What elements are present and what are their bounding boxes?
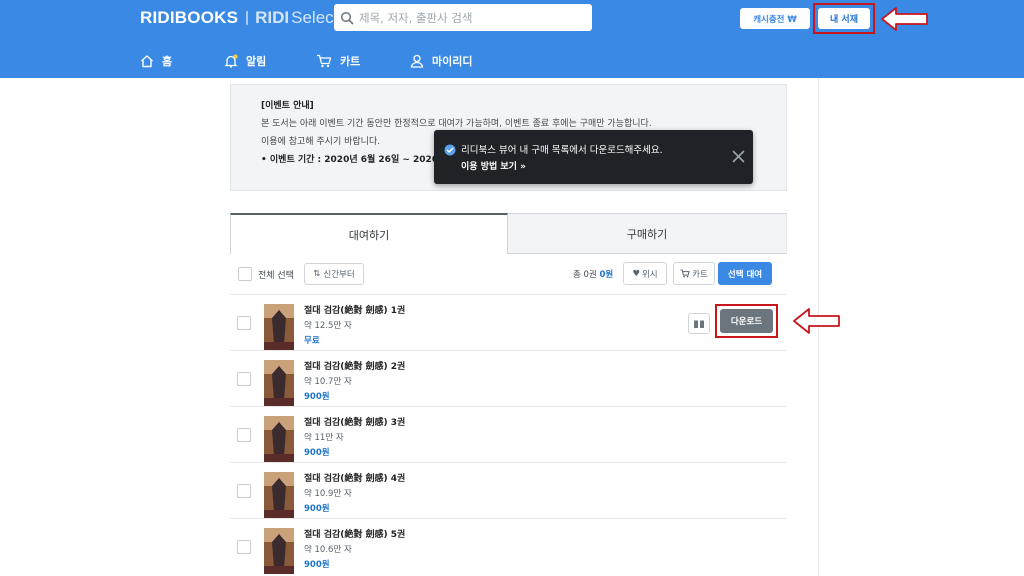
- select-all-label[interactable]: 전체 선택: [258, 268, 294, 281]
- heart-icon: ♥: [632, 268, 640, 279]
- book-char-count: 약 10.9만 자: [304, 489, 352, 499]
- home-icon: [141, 55, 153, 68]
- cart-icon: [317, 54, 332, 68]
- close-icon[interactable]: [732, 150, 745, 163]
- tab-rent[interactable]: 대여하기: [230, 213, 508, 254]
- download-highlight-box: 다운로드: [715, 304, 778, 338]
- book-char-count: 약 10.7만 자: [304, 377, 352, 387]
- search-input[interactable]: [359, 6, 579, 29]
- book-title[interactable]: 절대 검감(絶對 劍感) 5권: [304, 527, 405, 540]
- library-highlight-box: 내 서재: [813, 3, 875, 34]
- sort-button[interactable]: ⇅ 신간부터: [304, 263, 364, 285]
- search-box[interactable]: [334, 4, 592, 31]
- bell-icon: [224, 54, 238, 68]
- main-nav: 홈 알림 카트 마이리디: [140, 50, 500, 72]
- book-title[interactable]: 절대 검감(絶對 劍感) 1권: [304, 303, 405, 316]
- book-char-count: 약 12.5만 자: [304, 321, 352, 331]
- book-price: 900원: [304, 504, 330, 514]
- add-to-cart-button[interactable]: 카트: [673, 262, 715, 285]
- nav-label-myridi: 마이리디: [432, 55, 473, 68]
- list-item: 절대 검감(絶對 劍感) 2권 약 10.7만 자 900원: [230, 350, 787, 406]
- book-cover[interactable]: [264, 360, 294, 406]
- purchase-tabs: 대여하기 구매하기: [230, 213, 787, 254]
- nav-item-cart[interactable]: 카트: [316, 53, 410, 69]
- toast-howto-link[interactable]: 이용 방법 보기 »: [461, 159, 526, 172]
- list-item: 절대 검감(絶對 劍感) 1권 약 12.5만 자 무료 다운로드: [230, 294, 787, 350]
- book-list: 절대 검감(絶對 劍感) 1권 약 12.5만 자 무료 다운로드 절대 검감(…: [230, 294, 787, 574]
- cart-label: 카트: [692, 269, 708, 280]
- cart-icon: [680, 269, 690, 278]
- book-char-count: 약 10.6만 자: [304, 545, 352, 555]
- my-library-button[interactable]: 내 서재: [818, 8, 870, 29]
- book-cover[interactable]: [264, 304, 294, 350]
- cash-charge-button[interactable]: 캐시충전 ₩: [740, 8, 810, 29]
- book-checkbox[interactable]: [237, 372, 251, 386]
- book-price: 900원: [304, 448, 330, 458]
- sort-icon: ⇅: [313, 269, 321, 279]
- book-title[interactable]: 절대 검감(絶對 劍感) 3권: [304, 415, 405, 428]
- rent-selected-button[interactable]: 선택 대여: [718, 262, 772, 285]
- book-cover[interactable]: [264, 528, 294, 574]
- sort-label: 신간부터: [323, 270, 355, 280]
- book-checkbox[interactable]: [237, 484, 251, 498]
- logo-sub-light: Select: [291, 8, 339, 27]
- select-all-checkbox[interactable]: [238, 267, 252, 281]
- search-icon: [340, 11, 354, 24]
- book-price: 무료: [304, 336, 320, 346]
- nav-label-cart: 카트: [340, 55, 361, 68]
- logo-main-text: RIDIBOOKS: [140, 8, 239, 27]
- logo-divider: [246, 11, 249, 25]
- preview-button[interactable]: [688, 313, 710, 334]
- download-button[interactable]: 다운로드: [720, 309, 773, 333]
- selection-total: 총 0권 0원: [573, 268, 613, 280]
- ridibooks-logo[interactable]: RIDIBOOKS RIDI Select: [140, 8, 338, 28]
- book-checkbox[interactable]: [237, 428, 251, 442]
- book-title[interactable]: 절대 검감(絶對 劍感) 4권: [304, 471, 405, 484]
- notice-heading: [이벤트 안내]: [261, 101, 314, 111]
- total-price: 0원: [599, 270, 614, 280]
- wishlist-label: 위시: [641, 269, 658, 280]
- book-title[interactable]: 절대 검감(絶對 劍感) 2권: [304, 359, 405, 372]
- book-checkbox[interactable]: [237, 316, 251, 330]
- total-count: 총 0권: [573, 270, 597, 280]
- nav-label-notifications: 알림: [246, 55, 267, 68]
- annotation-arrow-download-icon: [793, 308, 840, 334]
- list-item: 절대 검감(絶對 劍感) 3권 약 11만 자 900원: [230, 406, 787, 462]
- list-item: 절대 검감(絶對 劍感) 4권 약 10.9만 자 900원: [230, 462, 787, 518]
- book-char-count: 약 11만 자: [304, 433, 344, 443]
- book-checkbox[interactable]: [237, 540, 251, 554]
- user-icon: [410, 54, 424, 68]
- list-item: 절대 검감(絶對 劍感) 5권 약 10.6만 자 900원: [230, 518, 787, 574]
- nav-item-notifications[interactable]: 알림: [224, 53, 316, 69]
- wishlist-button[interactable]: ♥ 위시: [623, 262, 667, 285]
- annotation-arrow-library-icon: [881, 7, 928, 31]
- toast-message: 리디북스 뷰어 내 구매 목록에서 다운로드해주세요.: [461, 145, 663, 156]
- logo-sub-bold: RIDI: [255, 8, 290, 27]
- book-cover[interactable]: [264, 472, 294, 518]
- check-circle-icon: [444, 144, 456, 156]
- tab-buy[interactable]: 구매하기: [508, 213, 787, 254]
- book-price: 900원: [304, 392, 330, 402]
- top-header: RIDIBOOKS RIDI Select 캐시충전 ₩ 내 서재 홈 알림: [0, 0, 1024, 78]
- download-toast: 리디북스 뷰어 내 구매 목록에서 다운로드해주세요. 이용 방법 보기 »: [434, 130, 753, 184]
- book-price: 900원: [304, 560, 330, 570]
- nav-label-home: 홈: [162, 55, 173, 68]
- book-cover[interactable]: [264, 416, 294, 462]
- list-toolbar: 전체 선택 ⇅ 신간부터 총 0권 0원 ♥ 위시 카트 선택 대여: [230, 262, 787, 286]
- open-book-icon: [694, 320, 704, 328]
- nav-item-home[interactable]: 홈: [140, 53, 224, 69]
- nav-item-myridi[interactable]: 마이리디: [410, 53, 500, 69]
